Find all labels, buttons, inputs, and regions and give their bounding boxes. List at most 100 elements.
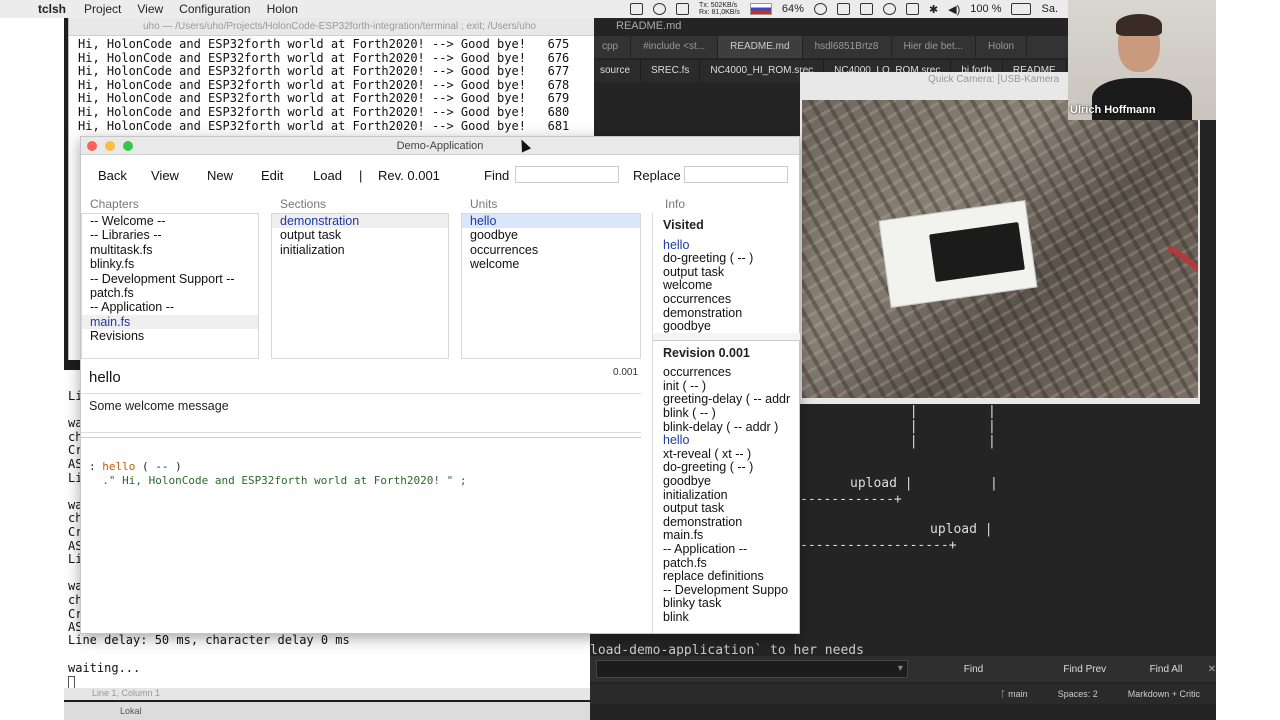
- replace-input[interactable]: [684, 166, 788, 183]
- editor-tab[interactable]: Holon: [976, 36, 1028, 58]
- cpu-percent[interactable]: 64%: [782, 3, 804, 15]
- list-item[interactable]: welcome: [462, 257, 640, 271]
- editor-tab[interactable]: hsdl6851Brtz8: [803, 36, 892, 58]
- info-item[interactable]: blink: [653, 610, 800, 625]
- view-button[interactable]: View: [151, 168, 179, 183]
- editor-tab-secondary[interactable]: SREC.fs: [641, 60, 701, 82]
- menu-item-configuration[interactable]: Configuration: [171, 2, 258, 16]
- editor-tab[interactable]: cpp: [590, 36, 632, 58]
- list-item[interactable]: multitask.fs: [82, 243, 258, 257]
- info-item[interactable]: hello: [653, 239, 800, 253]
- info-icon[interactable]: [813, 3, 827, 15]
- edit-button[interactable]: Edit: [261, 168, 283, 183]
- info-item[interactable]: initialization: [653, 488, 800, 503]
- editor-tab-secondary[interactable]: source: [590, 60, 642, 82]
- sections-list[interactable]: demonstration output task initialization: [271, 213, 449, 359]
- back-button[interactable]: Back: [98, 168, 127, 183]
- input-source-flag-icon[interactable]: [749, 3, 772, 15]
- info-item[interactable]: occurrences: [653, 292, 800, 307]
- list-item[interactable]: Revisions: [82, 329, 258, 343]
- info-item[interactable]: -- Application --: [653, 542, 800, 557]
- demo-application-window[interactable]: Demo-Application Back View New Edit Load…: [80, 136, 800, 634]
- find-button[interactable]: Find: [938, 664, 1009, 675]
- info-item[interactable]: demonstration: [653, 306, 800, 321]
- info-item[interactable]: xt-reveal ( xt -- ): [653, 447, 800, 462]
- info-item[interactable]: do-greeting ( -- ): [653, 252, 800, 266]
- info-item[interactable]: main.fs: [653, 529, 800, 543]
- info-item[interactable]: goodbye: [653, 474, 800, 489]
- menu-item-holon[interactable]: Holon: [259, 2, 306, 16]
- screen-share-icon[interactable]: [630, 3, 644, 15]
- ascii-upload-2: upload |: [930, 522, 993, 537]
- load-button[interactable]: Load: [313, 168, 342, 183]
- units-list[interactable]: hello goodbye occurrences welcome: [461, 213, 641, 359]
- info-item[interactable]: occurrences: [653, 366, 800, 380]
- menu-item-project[interactable]: Project: [76, 2, 129, 16]
- wifi-icon[interactable]: [905, 3, 919, 15]
- unit-code-editor[interactable]: : hello ( -- ) ." Hi, HolonCode and ESP3…: [81, 437, 641, 633]
- list-item[interactable]: patch.fs: [82, 286, 258, 300]
- list-item[interactable]: blinky.fs: [82, 257, 258, 271]
- info-item[interactable]: -- Development Suppo: [653, 583, 800, 598]
- list-item[interactable]: initialization: [272, 243, 448, 257]
- battery-percent[interactable]: 100 %: [970, 3, 1001, 15]
- info-item[interactable]: output task: [653, 265, 800, 280]
- find-input[interactable]: [515, 166, 619, 183]
- demo-titlebar[interactable]: Demo-Application: [81, 137, 799, 155]
- info-item[interactable]: welcome: [653, 279, 800, 293]
- display-icon[interactable]: [676, 3, 690, 15]
- list-item[interactable]: main.fs: [82, 314, 258, 330]
- menu-item-view[interactable]: View: [129, 2, 171, 16]
- battery-icon[interactable]: [1011, 3, 1032, 15]
- info-item[interactable]: replace definitions: [653, 569, 800, 584]
- list-item[interactable]: goodbye: [462, 228, 640, 242]
- ascii-upload-1: upload |: [850, 476, 913, 491]
- list-item[interactable]: occurrences: [462, 243, 640, 257]
- shield-icon[interactable]: [653, 3, 667, 15]
- list-item[interactable]: output task: [272, 228, 448, 242]
- list-item[interactable]: demonstration: [272, 214, 448, 229]
- list-item[interactable]: -- Development Support --: [82, 272, 258, 286]
- dropbox-icon[interactable]: [836, 3, 850, 15]
- info-item[interactable]: output task: [653, 502, 800, 516]
- close-window-button[interactable]: [87, 141, 97, 151]
- info-item[interactable]: blink-delay ( -- addr ): [653, 420, 800, 435]
- calendar-icon[interactable]: [859, 3, 873, 15]
- close-icon[interactable]: ✕: [1208, 664, 1216, 675]
- new-button[interactable]: New: [207, 168, 233, 183]
- find-input[interactable]: ▾: [596, 660, 908, 678]
- chapters-list[interactable]: -- Welcome -- -- Libraries -- multitask.fs…: [81, 213, 259, 359]
- volume-icon[interactable]: ◀): [948, 3, 960, 16]
- find-all-button[interactable]: Find All: [1130, 664, 1201, 675]
- info-item[interactable]: init ( -- ): [653, 379, 800, 394]
- list-item[interactable]: hello: [462, 214, 640, 229]
- unit-comment-field[interactable]: Some welcome message: [81, 393, 641, 433]
- syntax-label[interactable]: Markdown + Critic: [1128, 689, 1200, 699]
- bluetooth-icon[interactable]: ✱: [929, 3, 938, 16]
- clock[interactable]: Sa.: [1041, 3, 1058, 15]
- info-item[interactable]: hello: [653, 434, 800, 448]
- info-item[interactable]: greeting-delay ( -- addr: [653, 393, 800, 407]
- editor-tab[interactable]: #include <st...: [631, 36, 719, 58]
- list-item[interactable]: -- Welcome --: [82, 214, 258, 228]
- time-machine-icon[interactable]: [882, 3, 896, 15]
- info-item[interactable]: demonstration: [653, 515, 800, 530]
- minimize-window-button[interactable]: [105, 141, 115, 151]
- zoom-window-button[interactable]: [123, 141, 133, 151]
- spaces-label[interactable]: Spaces: 2: [1058, 689, 1098, 699]
- info-item[interactable]: patch.fs: [653, 556, 800, 571]
- editor-tab[interactable]: Hier die bet...: [892, 36, 976, 58]
- info-item[interactable]: goodbye: [653, 320, 800, 333]
- list-item[interactable]: -- Application --: [82, 300, 258, 314]
- branch-label[interactable]: ᚴ main: [1000, 689, 1027, 699]
- editor-tab[interactable]: README.md: [718, 36, 803, 58]
- menu-app-name[interactable]: tclsh: [28, 2, 76, 16]
- camera-window[interactable]: Quick Camera: [USB-Kamera: [800, 72, 1200, 404]
- list-item[interactable]: -- Libraries --: [82, 228, 258, 242]
- chevron-down-icon[interactable]: ▾: [898, 663, 903, 674]
- info-item[interactable]: do-greeting ( -- ): [653, 461, 800, 475]
- info-item[interactable]: blink ( -- ): [653, 406, 800, 421]
- network-speed[interactable]: Tx: 502KB/s Rx: 81,0KB/s: [699, 2, 740, 16]
- find-prev-button[interactable]: Find Prev: [1049, 664, 1120, 675]
- info-item[interactable]: blinky task: [653, 597, 800, 611]
